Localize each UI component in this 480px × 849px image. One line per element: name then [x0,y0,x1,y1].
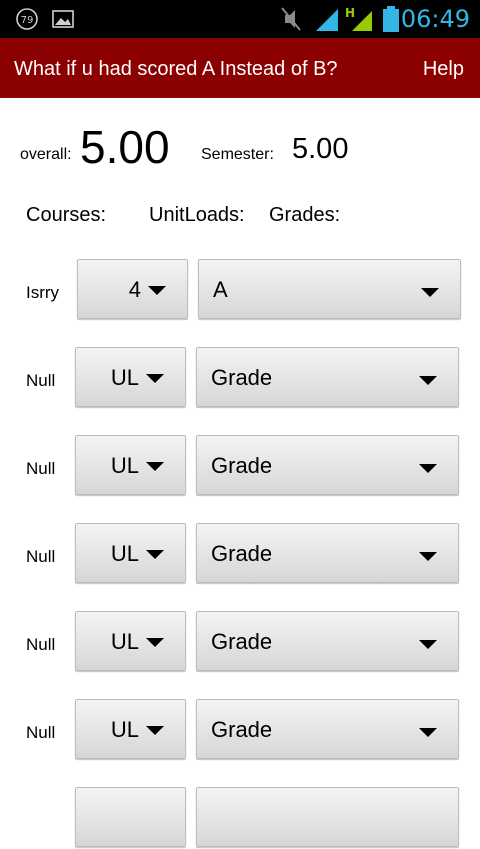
dropdown-arrow-icon [419,728,437,737]
semester-label: Semester: [201,146,274,163]
grade-spinner[interactable]: A [198,259,461,319]
course-row: Null UL Grade [0,699,480,761]
unitload-spinner[interactable]: 4 [77,259,188,319]
grade-value: A [213,277,228,302]
dropdown-arrow-icon [146,462,164,471]
dropdown-arrow-icon [419,640,437,649]
dropdown-arrow-icon [146,726,164,735]
wifi-icon [316,9,338,31]
dropdown-arrow-icon [146,638,164,647]
course-name: Null [26,635,56,654]
unitload-spinner[interactable]: UL [75,347,186,407]
unitload-spinner[interactable]: UL [75,699,186,759]
unitload-value: UL [110,717,139,742]
status-bar: 79 H 06:49 [0,0,480,38]
dropdown-arrow-icon [146,550,164,559]
grade-spinner[interactable] [196,787,459,847]
grades-header: Grades: [269,204,341,226]
signal-icon: H [345,6,372,31]
unitload-value: UL [110,365,139,390]
overall-label: overall: [20,146,72,163]
grade-spinner[interactable]: Grade [196,523,459,583]
course-row: Null UL Grade [0,435,480,497]
dropdown-arrow-icon [419,464,437,473]
gallery-icon [52,10,74,28]
dropdown-arrow-icon [148,286,166,295]
unitload-spinner[interactable]: UL [75,435,186,495]
course-row: Null UL Grade [0,347,480,409]
overall-value: 5.00 [80,121,170,173]
course-name: Null [26,723,56,742]
grade-value: Grade [211,629,273,654]
dropdown-arrow-icon [146,374,164,383]
notification-79-icon: 79 [16,8,38,30]
grade-value: Grade [211,365,273,390]
unitload-spinner[interactable] [75,787,186,847]
grade-value: Grade [211,717,273,742]
course-row: Null UL Grade [0,611,480,673]
course-name: Null [26,371,56,390]
help-button[interactable]: Help [423,38,464,100]
unitloads-header: UnitLoads: [149,204,245,226]
course-name: Null [26,459,56,478]
network-type-text: H [345,6,355,20]
battery-icon [383,6,399,32]
grade-value: Grade [211,541,273,566]
dropdown-arrow-icon [419,376,437,385]
status-time: 06:49 [400,5,470,33]
grade-spinner[interactable]: Grade [196,699,459,759]
unitload-value: UL [110,453,139,478]
unitload-value: UL [110,629,139,654]
semester-value: 5.00 [292,133,349,165]
dropdown-arrow-icon [421,288,439,297]
grade-spinner[interactable]: Grade [196,435,459,495]
unitload-value: 4 [128,277,141,302]
app-title: What if u had scored A Instead of B? [14,58,338,80]
unitload-spinner[interactable]: UL [75,611,186,671]
dropdown-arrow-icon [419,552,437,561]
unitload-value: UL [110,541,139,566]
grade-value: Grade [211,453,273,478]
notification-badge-text: 79 [21,15,34,26]
grade-spinner[interactable]: Grade [196,347,459,407]
courses-header: Courses: [26,204,107,226]
course-name: Null [26,547,56,566]
course-row [0,787,480,849]
grade-spinner[interactable]: Grade [196,611,459,671]
course-row: Null UL Grade [0,523,480,585]
unitload-spinner[interactable]: UL [75,523,186,583]
app-bar: What if u had scored A Instead of B? Hel… [0,38,480,98]
course-name: Isrry [26,283,60,302]
mute-icon [281,7,301,31]
course-row: Isrry 4 A [0,259,480,321]
